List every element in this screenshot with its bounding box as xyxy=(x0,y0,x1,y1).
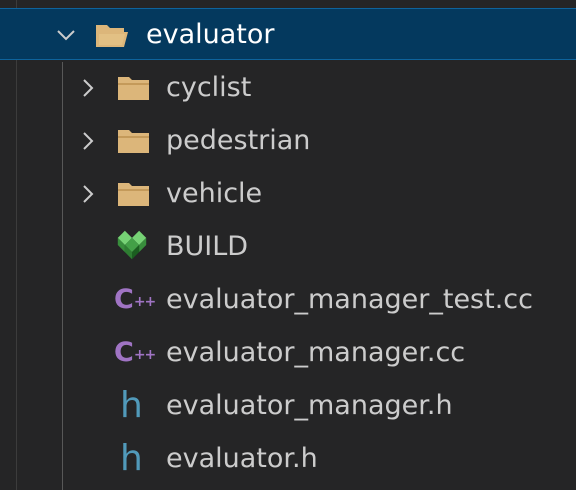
h-icon: h xyxy=(120,385,143,426)
h-icon: h xyxy=(120,438,143,479)
cpp-icon: C++ xyxy=(114,337,156,368)
tree-item-label: pedestrian xyxy=(166,125,311,156)
tree-item-label: evaluator_manager_test.cc xyxy=(166,284,533,315)
folder-icon xyxy=(118,130,149,153)
tree-item-build[interactable]: BUILD xyxy=(0,221,576,273)
folder-icon xyxy=(118,77,149,100)
tree-item-label: cyclist xyxy=(166,72,252,103)
chevron-right-icon[interactable] xyxy=(78,184,98,204)
tree-item-evaluator-manager-cc[interactable]: C++ evaluator_manager.cc xyxy=(0,327,576,379)
folder-icon xyxy=(118,183,149,206)
tree-item-evaluator[interactable]: evaluator xyxy=(0,8,576,60)
tree-item-evaluator-manager-h[interactable]: h evaluator_manager.h xyxy=(0,380,576,432)
file-explorer-tree: evaluator cyclist pedestrian vehicle BUI… xyxy=(0,0,576,490)
chevron-right-icon[interactable] xyxy=(78,78,98,98)
cpp-icon: C++ xyxy=(114,284,156,315)
tree-item-label: evaluator.h xyxy=(166,443,318,474)
chevron-right-icon[interactable] xyxy=(78,131,98,151)
tree-item-evaluator-h[interactable]: h evaluator.h xyxy=(0,433,576,485)
tree-item-label: evaluator_manager.cc xyxy=(166,337,466,368)
tree-item-label: evaluator_manager.h xyxy=(166,390,453,421)
tree-item-label: evaluator xyxy=(146,19,275,50)
tree-item-pedestrian[interactable]: pedestrian xyxy=(0,115,576,167)
tree-item-label: vehicle xyxy=(166,178,263,209)
tree-item-vehicle[interactable]: vehicle xyxy=(0,168,576,220)
tree-item-evaluator-manager-test-cc[interactable]: C++ evaluator_manager_test.cc xyxy=(0,274,576,326)
tree-item-cyclist[interactable]: cyclist xyxy=(0,62,576,114)
chevron-down-icon[interactable] xyxy=(56,25,76,45)
bazel-icon xyxy=(117,230,147,260)
folder-open-icon xyxy=(96,25,128,47)
tree-item-label: BUILD xyxy=(166,231,249,262)
